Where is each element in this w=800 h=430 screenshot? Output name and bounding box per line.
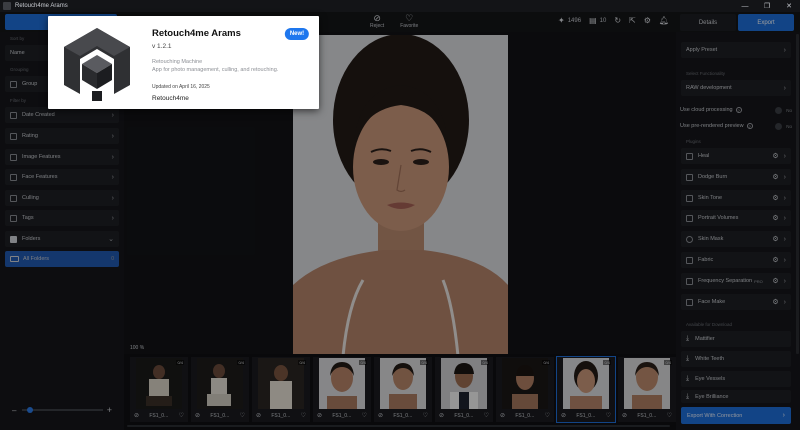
app-logo [58,25,136,103]
minimize-icon[interactable]: — [734,0,756,12]
window-controls: — ❐ ✕ [734,0,800,12]
new-badge: New! [284,28,310,40]
about-app-name: Retouch4me Arams [152,28,241,39]
about-card: Retouch4me Arams New! v 1.2.1 Retouching… [48,16,319,109]
maximize-icon[interactable]: ❐ [756,0,778,12]
about-tagline: Retouching Machine [152,59,203,65]
about-description: App for photo management, culling, and r… [152,67,279,73]
app-window: Retouch4me Arams — ❐ ✕ ⊘ Reject ♡ Favori… [0,0,800,430]
close-icon[interactable]: ✕ [778,0,800,12]
title-bar: Retouch4me Arams — ❐ ✕ [0,0,800,12]
window-title: Retouch4me Arams [15,3,68,9]
about-version: v 1.2.1 [152,43,172,50]
about-vendor: Retouch4me [152,95,189,102]
about-updated: Updated on April 16, 2025 [152,84,210,90]
app-icon [3,2,11,10]
